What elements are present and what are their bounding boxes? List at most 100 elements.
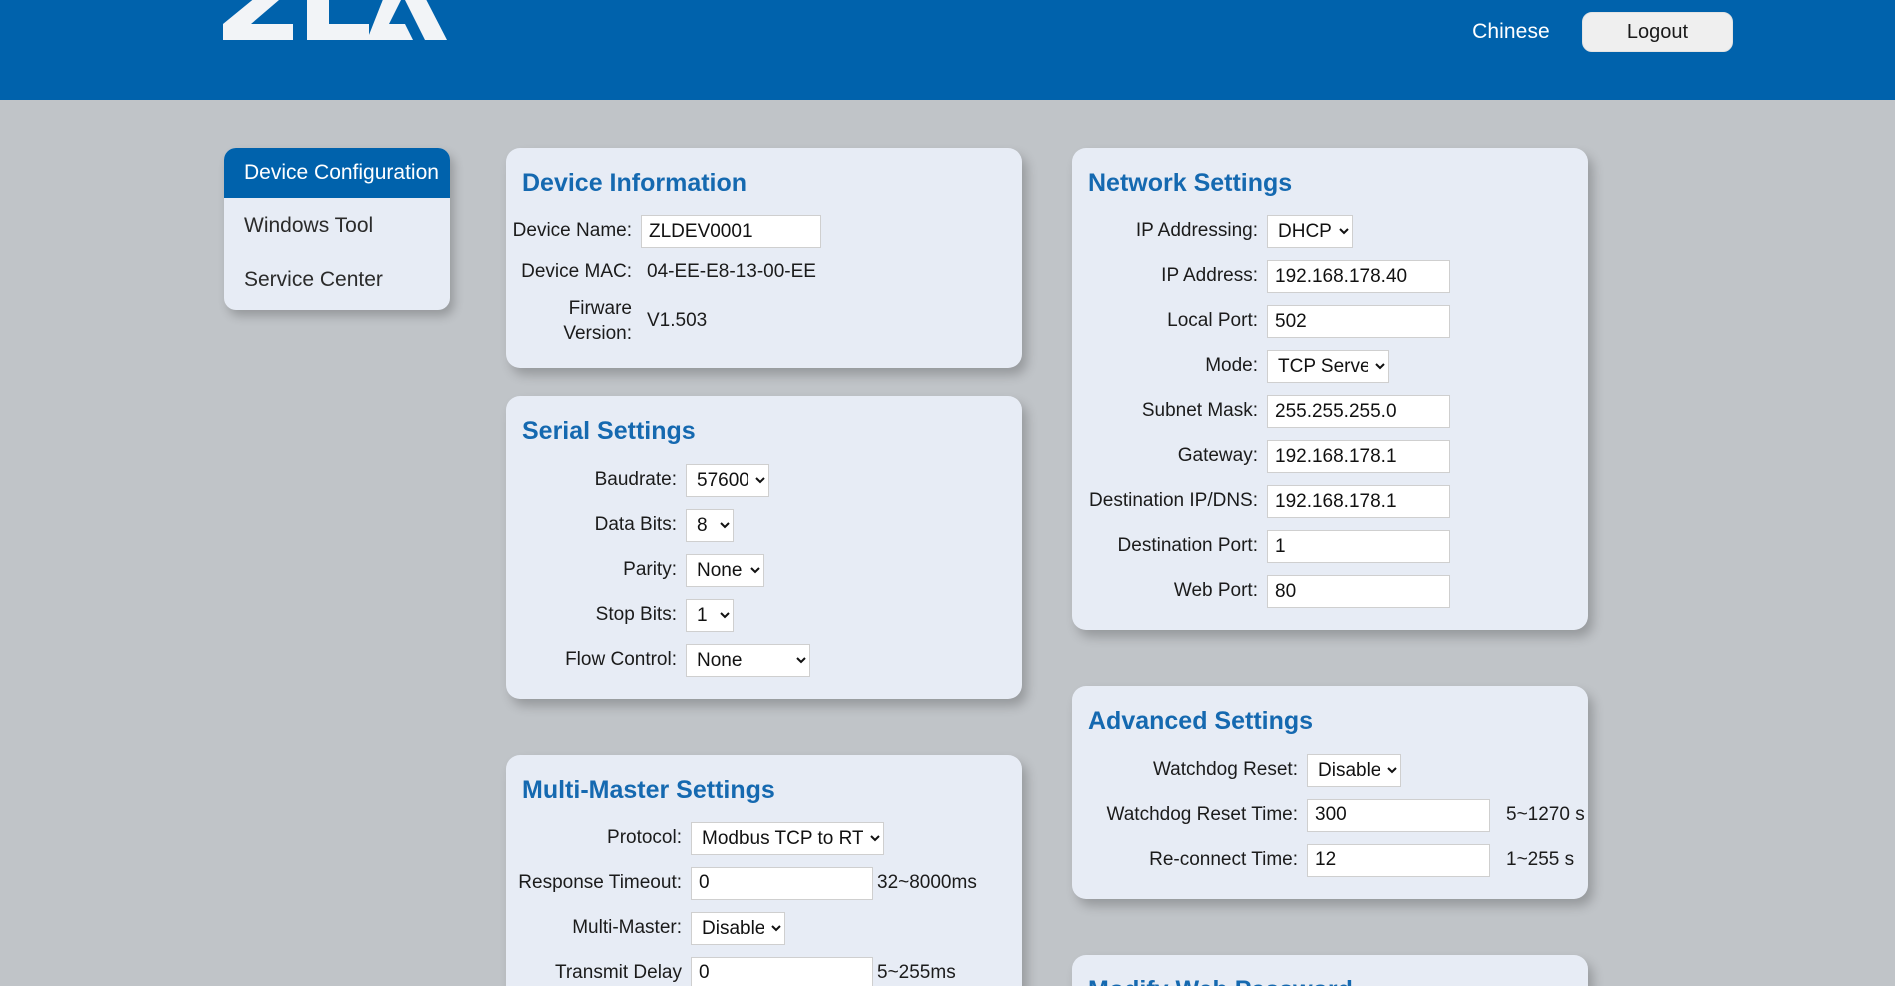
data-bits-label: Data Bits: (594, 513, 677, 535)
mode-select[interactable]: TCP Server (1267, 350, 1389, 384)
sidebar-item-label: Windows Tool (244, 214, 374, 238)
page-body: Device Configuration Windows Tool Servic… (0, 100, 1895, 986)
reconnect-time-row: Re-connect Time: 1~255 s (1072, 843, 1588, 877)
protocol-row: Protocol: Modbus TCP to RTU (506, 821, 1022, 855)
protocol-select[interactable]: Modbus TCP to RTU (691, 821, 884, 855)
subnet-mask-label: Subnet Mask: (1141, 400, 1258, 422)
flow-control-row: Flow Control: None (506, 643, 1022, 677)
network-settings-panel: Network Settings IP Addressing: DHCP IP … (1072, 148, 1588, 631)
right-column: Network Settings IP Addressing: DHCP IP … (1072, 148, 1588, 986)
destination-port-input[interactable] (1267, 530, 1450, 564)
ip-addressing-select[interactable]: DHCP (1267, 215, 1353, 249)
network-settings-title: Network Settings (1088, 169, 1293, 197)
watchdog-reset-label: Watchdog Reset: (1152, 758, 1298, 780)
stop-bits-label: Stop Bits: (595, 603, 677, 625)
firmware-version-value: V1.503 (647, 310, 708, 332)
gateway-label: Gateway: (1177, 445, 1258, 467)
destination-ip-input[interactable] (1267, 485, 1450, 519)
device-name-label: Device Name: (512, 220, 632, 242)
watchdog-reset-select[interactable]: Disable (1307, 753, 1401, 787)
baudrate-row: Baudrate: 57600 (506, 463, 1022, 497)
local-port-row: Local Port: (1072, 305, 1588, 339)
sidebar-item-label: Device Configuration (244, 161, 439, 184)
left-column: Device Information Device Name: Device M… (506, 148, 1022, 986)
sidebar-item-service-center[interactable]: Service Center (224, 255, 450, 310)
device-name-input[interactable] (641, 215, 821, 249)
gateway-row: Gateway: (1072, 440, 1588, 474)
advanced-settings-panel: Advanced Settings Watchdog Reset: Disabl… (1072, 686, 1588, 899)
response-timeout-hint: 32~8000ms (877, 872, 977, 894)
sidebar-nav: Device Configuration Windows Tool Servic… (224, 148, 450, 311)
web-port-label: Web Port: (1173, 580, 1258, 602)
web-port-row: Web Port: (1072, 575, 1588, 609)
transmit-delay-row: Transmit Delay 5~255ms (506, 956, 1022, 986)
parity-label: Parity: (623, 558, 677, 580)
watchdog-reset-time-row: Watchdog Reset Time: 5~1270 s (1072, 798, 1588, 832)
modify-web-password-panel: Modify Web Password New Password: (1072, 954, 1588, 986)
ip-addressing-label: IP Addressing: (1135, 220, 1258, 242)
sidebar-item-device-configuration[interactable]: Device Configuration (224, 148, 450, 199)
device-mac-row: Device MAC: 04-EE-E8-13-00-EE (506, 260, 1022, 285)
advanced-settings-title: Advanced Settings (1088, 707, 1314, 736)
watchdog-reset-time-label: Watchdog Reset Time: (1106, 803, 1298, 825)
destination-port-row: Destination Port: (1072, 530, 1588, 564)
watchdog-reset-time-input[interactable] (1307, 798, 1490, 832)
transmit-delay-hint: 5~255ms (877, 962, 956, 984)
ip-addressing-row: IP Addressing: DHCP (1072, 215, 1588, 249)
destination-ip-label: Destination IP/DNS: (1089, 490, 1258, 512)
destination-ip-row: Destination IP/DNS: (1072, 485, 1588, 519)
baudrate-select[interactable]: 57600 (686, 463, 769, 497)
multi-master-settings-title: Multi-Master Settings (522, 775, 775, 804)
stop-bits-select[interactable]: 1 (686, 598, 734, 632)
ip-address-label: IP Address: (1161, 265, 1258, 287)
transmit-delay-input[interactable] (691, 956, 873, 986)
protocol-label: Protocol: (607, 826, 682, 848)
firmware-version-row: Firware Version: V1.503 (506, 297, 1022, 346)
multi-master-settings-panel: Multi-Master Settings Protocol: Modbus T… (506, 754, 1022, 986)
web-port-input[interactable] (1267, 575, 1450, 609)
parity-row: Parity: None (506, 553, 1022, 587)
modify-web-password-title: Modify Web Password (1072, 967, 1588, 986)
device-mac-label: Device MAC: (521, 261, 632, 283)
data-bits-row: Data Bits: 8 (506, 508, 1022, 542)
header-actions: Chinese Logout (1472, 0, 1733, 64)
reconnect-time-hint: 1~255 s (1506, 849, 1575, 870)
device-name-row: Device Name: (506, 215, 1022, 249)
watchdog-reset-row: Watchdog Reset: Disable (1072, 753, 1588, 787)
ip-address-row: IP Address: (1072, 260, 1588, 294)
flow-control-select[interactable]: None (686, 643, 810, 677)
reconnect-time-label: Re-connect Time: (1149, 848, 1298, 870)
serial-settings-panel: Serial Settings Baudrate: 57600 Data Bit… (506, 396, 1022, 699)
logout-button[interactable]: Logout (1581, 12, 1733, 52)
data-bits-select[interactable]: 8 (686, 508, 734, 542)
multi-master-select[interactable]: Disable (691, 911, 785, 945)
ip-address-input[interactable] (1267, 260, 1450, 294)
local-port-label: Local Port: (1167, 310, 1258, 332)
response-timeout-label: Response Timeout: (518, 871, 682, 893)
serial-settings-title: Serial Settings (522, 417, 696, 446)
subnet-mask-input[interactable] (1267, 395, 1450, 429)
reconnect-time-input[interactable] (1307, 843, 1490, 877)
language-switch-link[interactable]: Chinese (1472, 20, 1550, 44)
local-port-input[interactable] (1267, 305, 1450, 339)
subnet-mask-row: Subnet Mask: (1072, 395, 1588, 429)
flow-control-label: Flow Control: (565, 648, 677, 670)
sidebar-item-windows-tool[interactable]: Windows Tool (224, 201, 450, 251)
multi-master-row: Multi-Master: Disable (506, 911, 1022, 945)
stop-bits-row: Stop Bits: 1 (506, 598, 1022, 632)
parity-select[interactable]: None (686, 553, 764, 587)
destination-port-label: Destination Port: (1117, 535, 1258, 557)
response-timeout-input[interactable] (691, 866, 873, 900)
device-mac-value: 04-EE-E8-13-00-EE (647, 261, 816, 283)
transmit-delay-label: Transmit Delay (554, 961, 682, 983)
watchdog-reset-time-hint: 5~1270 s (1506, 804, 1585, 825)
firmware-version-label: Firware Version: (563, 297, 632, 344)
device-information-panel: Device Information Device Name: Device M… (506, 148, 1022, 369)
zlan-logo (221, 0, 451, 40)
sidebar-item-label: Service Center (244, 267, 383, 291)
gateway-input[interactable] (1267, 440, 1450, 474)
multi-master-label: Multi-Master: (572, 916, 682, 938)
